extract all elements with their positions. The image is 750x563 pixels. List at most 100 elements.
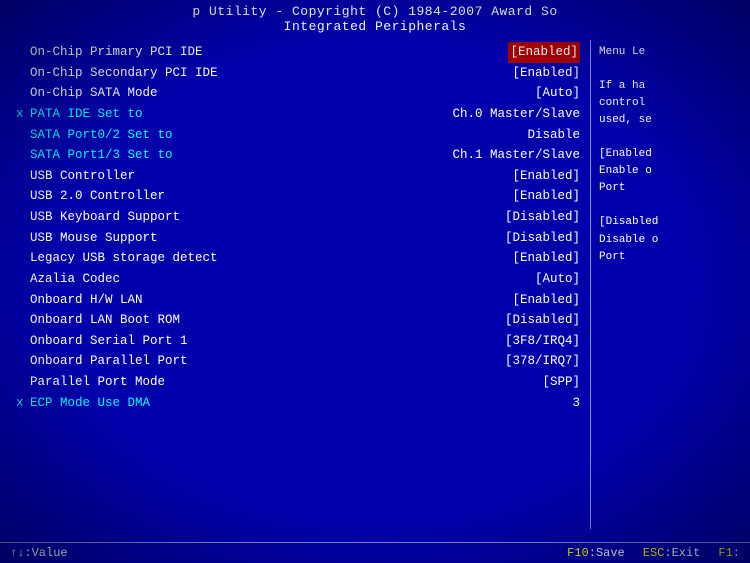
row-label-3: PATA IDE Set to <box>30 104 448 125</box>
row-value-6: [Enabled] <box>508 166 580 187</box>
row-label-0: On-Chip Primary PCI IDE <box>30 42 508 63</box>
row-marker-13 <box>16 310 30 331</box>
row-value-0: [Enabled] <box>508 42 580 63</box>
row-marker-17: x <box>16 393 30 414</box>
row-label-10: Legacy USB storage detect <box>30 248 508 269</box>
row-value-14: [3F8/IRQ4] <box>501 331 580 352</box>
row-value-16: [SPP] <box>538 372 580 393</box>
bios-row-14: Onboard Serial Port 1[3F8/IRQ4] <box>16 331 580 352</box>
right-line-2: If a ha <box>599 78 742 95</box>
row-label-16: Parallel Port Mode <box>30 372 538 393</box>
f10-desc: :Save <box>589 546 625 560</box>
row-label-4: SATA Port0/2 Set to <box>30 125 523 146</box>
f10-key: F10 <box>567 546 589 560</box>
row-label-1: On-Chip Secondary PCI IDE <box>30 63 508 84</box>
row-value-15: [378/IRQ7] <box>501 351 580 372</box>
row-label-2: On-Chip SATA Mode <box>30 83 531 104</box>
row-marker-1 <box>16 63 30 84</box>
row-marker-11 <box>16 269 30 290</box>
right-line-6: [Enabled <box>599 146 742 163</box>
bios-row-3: xPATA IDE Set toCh.0 Master/Slave <box>16 104 580 125</box>
bios-row-15: Onboard Parallel Port[378/IRQ7] <box>16 351 580 372</box>
row-label-11: Azalia Codec <box>30 269 531 290</box>
bios-row-1: On-Chip Secondary PCI IDE[Enabled] <box>16 63 580 84</box>
right-line-11: Disable o <box>599 232 742 249</box>
left-panel: On-Chip Primary PCI IDE[Enabled] On-Chip… <box>0 40 590 529</box>
right-line-7: Enable o <box>599 163 742 180</box>
right-line-10: [Disabled <box>599 214 742 231</box>
row-marker-9 <box>16 228 30 249</box>
row-value-13: [Disabled] <box>501 310 580 331</box>
row-marker-10 <box>16 248 30 269</box>
row-marker-8 <box>16 207 30 228</box>
esc-desc: :Exit <box>664 546 700 560</box>
row-marker-16 <box>16 372 30 393</box>
row-label-12: Onboard H/W LAN <box>30 290 508 311</box>
bios-row-2: On-Chip SATA Mode[Auto] <box>16 83 580 104</box>
row-value-9: [Disabled] <box>501 228 580 249</box>
row-value-1: [Enabled] <box>508 63 580 84</box>
row-value-17: 3 <box>568 393 580 414</box>
row-marker-0 <box>16 42 30 63</box>
row-marker-7 <box>16 186 30 207</box>
row-value-11: [Auto] <box>531 269 580 290</box>
row-marker-12 <box>16 290 30 311</box>
right-line-9 <box>599 197 742 214</box>
right-line-1 <box>599 61 742 78</box>
right-line-8: Port <box>599 180 742 197</box>
nav-label: ↑↓:Value <box>10 546 68 560</box>
row-value-4: Disable <box>523 125 580 146</box>
bios-row-8: USB Keyboard Support[Disabled] <box>16 207 580 228</box>
right-line-12: Port <box>599 249 742 266</box>
row-marker-6 <box>16 166 30 187</box>
main-area: On-Chip Primary PCI IDE[Enabled] On-Chip… <box>0 36 750 529</box>
bios-row-7: USB 2.0 Controller[Enabled] <box>16 186 580 207</box>
row-label-7: USB 2.0 Controller <box>30 186 508 207</box>
row-value-3: Ch.0 Master/Slave <box>448 104 580 125</box>
f1-desc: : <box>733 546 740 560</box>
esc-key: ESC <box>643 546 665 560</box>
header-title-line1: p Utility - Copyright (C) 1984-2007 Awar… <box>0 4 750 19</box>
bios-row-0: On-Chip Primary PCI IDE[Enabled] <box>16 42 580 63</box>
row-label-17: ECP Mode Use DMA <box>30 393 568 414</box>
footer-esc: ESC:Exit <box>643 546 701 560</box>
bios-row-4: SATA Port0/2 Set toDisable <box>16 125 580 146</box>
bios-screen: p Utility - Copyright (C) 1984-2007 Awar… <box>0 0 750 563</box>
row-label-9: USB Mouse Support <box>30 228 501 249</box>
footer-f10: F10:Save <box>567 546 625 560</box>
row-value-2: [Auto] <box>531 83 580 104</box>
right-line-0: Menu Le <box>599 44 742 61</box>
right-line-4: used, se <box>599 112 742 129</box>
right-line-3: control <box>599 95 742 112</box>
row-value-12: [Enabled] <box>508 290 580 311</box>
row-value-5: Ch.1 Master/Slave <box>448 145 580 166</box>
row-marker-5 <box>16 145 30 166</box>
row-value-7: [Enabled] <box>508 186 580 207</box>
row-label-8: USB Keyboard Support <box>30 207 501 228</box>
bios-row-17: xECP Mode Use DMA3 <box>16 393 580 414</box>
footer-nav: ↑↓:Value <box>10 546 549 560</box>
row-value-10: [Enabled] <box>508 248 580 269</box>
f1-key: F1 <box>718 546 732 560</box>
bios-row-10: Legacy USB storage detect[Enabled] <box>16 248 580 269</box>
footer-bar: ↑↓:Value F10:Save ESC:Exit F1: <box>0 542 750 563</box>
row-label-6: USB Controller <box>30 166 508 187</box>
right-line-5 <box>599 129 742 146</box>
row-label-5: SATA Port1/3 Set to <box>30 145 448 166</box>
bios-row-12: Onboard H/W LAN[Enabled] <box>16 290 580 311</box>
row-marker-4 <box>16 125 30 146</box>
footer-f1: F1: <box>718 546 740 560</box>
row-marker-15 <box>16 351 30 372</box>
row-marker-14 <box>16 331 30 352</box>
header-title-line2: Integrated Peripherals <box>0 19 750 34</box>
row-value-8: [Disabled] <box>501 207 580 228</box>
row-label-15: Onboard Parallel Port <box>30 351 501 372</box>
row-marker-3: x <box>16 104 30 125</box>
bios-row-5: SATA Port1/3 Set toCh.1 Master/Slave <box>16 145 580 166</box>
bios-row-11: Azalia Codec[Auto] <box>16 269 580 290</box>
bios-row-9: USB Mouse Support[Disabled] <box>16 228 580 249</box>
bios-header: p Utility - Copyright (C) 1984-2007 Awar… <box>0 0 750 36</box>
row-label-14: Onboard Serial Port 1 <box>30 331 501 352</box>
bios-row-13: Onboard LAN Boot ROM[Disabled] <box>16 310 580 331</box>
row-label-13: Onboard LAN Boot ROM <box>30 310 501 331</box>
